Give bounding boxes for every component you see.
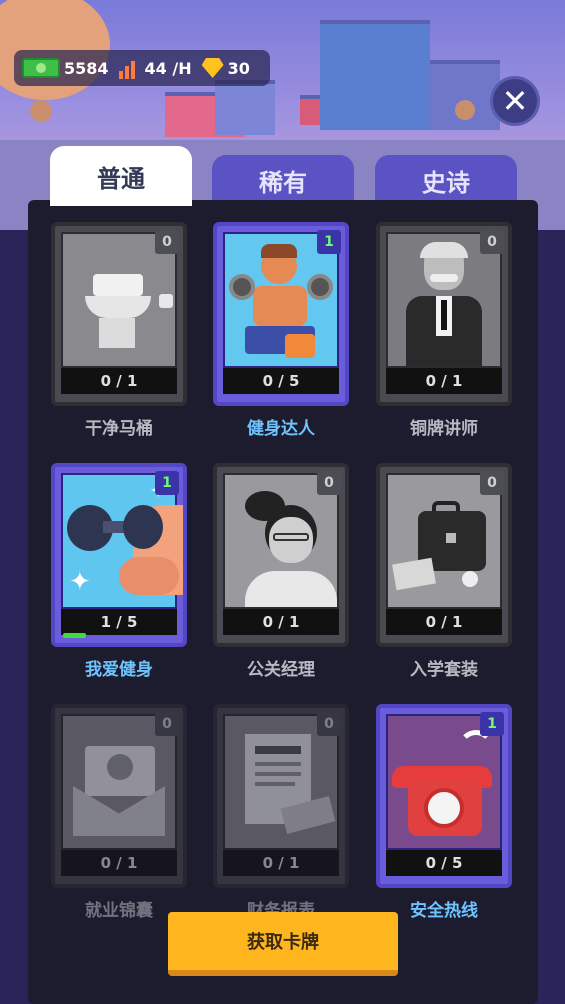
card-count-badge: 0 <box>155 230 179 254</box>
card-progress-text: 0 / 5 <box>386 850 502 876</box>
card-count-badge: 0 <box>317 712 341 736</box>
card-count-badge: 1 <box>317 230 341 254</box>
card-name: 入学套装 <box>410 660 478 680</box>
card-count-badge: 0 <box>317 471 341 495</box>
get-cards-button[interactable]: 获取卡牌 <box>168 912 398 976</box>
card-progress-text: 0 / 1 <box>386 609 502 635</box>
close-button[interactable]: ✕ <box>490 76 540 126</box>
card-name: 铜牌讲师 <box>410 419 478 439</box>
cash-icon <box>22 58 60 78</box>
card-name: 公关经理 <box>247 660 315 680</box>
card-frame: 0 0 / 1 <box>51 704 187 888</box>
card-progress-text: 0 / 1 <box>61 850 177 876</box>
card-count-badge: 0 <box>480 230 504 254</box>
tab-label: 史诗 <box>422 168 470 197</box>
tab-label: 稀有 <box>259 168 307 197</box>
card-item[interactable]: ✦ ✦11 / 5我爱健身 <box>51 463 187 680</box>
building <box>320 20 430 130</box>
card-progress-text: 0 / 1 <box>223 850 339 876</box>
card-progress-text: 0 / 1 <box>386 368 502 394</box>
income-rate-display: 44 /H <box>118 57 192 79</box>
card-progress-text: 0 / 5 <box>223 368 339 394</box>
card-frame: 0 0 / 1 <box>51 222 187 406</box>
card-frame: 1 0 / 5 <box>213 222 349 406</box>
card-progress-bar <box>63 633 86 638</box>
gems-display: 30 <box>201 58 250 78</box>
card-item[interactable]: 0 0 / 1 公关经理 <box>213 463 349 680</box>
card-item[interactable]: 0 0 / 1 入学套装 <box>376 463 512 680</box>
tab-rare[interactable]: 稀有 <box>212 155 354 205</box>
card-item[interactable]: 00 / 1 财务报表 <box>213 704 349 921</box>
card-progress-text: 0 / 1 <box>61 368 177 394</box>
card-progress-text: 0 / 1 <box>223 609 339 635</box>
card-frame: ✦ ✦11 / 5 <box>51 463 187 647</box>
card-frame: 0 0 / 1 <box>213 704 349 888</box>
resource-bar: 5584 44 /H 30 <box>14 50 270 86</box>
card-frame: 1 0 / 5 <box>376 704 512 888</box>
card-count-badge: 1 <box>155 471 179 495</box>
card-name: 干净马桶 <box>85 419 153 439</box>
card-name: 我爱健身 <box>85 660 153 680</box>
card-frame: 0 0 / 1 <box>376 463 512 647</box>
close-icon: ✕ <box>501 82 529 120</box>
tab-epic[interactable]: 史诗 <box>375 155 517 205</box>
diamond-icon <box>201 58 224 78</box>
card-frame: 0 0 / 1 <box>376 222 512 406</box>
card-count-badge: 0 <box>480 471 504 495</box>
cash-display: 5584 <box>22 58 109 78</box>
gems-value: 30 <box>227 58 250 78</box>
rate-chart-icon <box>118 57 141 79</box>
card-item[interactable]: 10 / 5 安全热线 <box>376 704 512 921</box>
card-name: 健身达人 <box>247 419 315 439</box>
card-item[interactable]: 0 0 / 1 干净马桶 <box>51 222 187 439</box>
card-frame: 0 0 / 1 <box>213 463 349 647</box>
tab-common[interactable]: 普通 <box>50 146 192 206</box>
rate-value: 44 /H <box>144 58 192 78</box>
card-count-badge: 1 <box>480 712 504 736</box>
cash-value: 5584 <box>64 58 109 78</box>
card-item[interactable]: 0 0 / 1 就业锦囊 <box>51 704 187 921</box>
building <box>215 80 275 135</box>
card-item[interactable]: 1 0 / 5 健身达人 <box>213 222 349 439</box>
card-count-badge: 0 <box>155 712 179 736</box>
card-name: 就业锦囊 <box>85 901 153 921</box>
card-progress-text: 1 / 5 <box>61 609 177 635</box>
tree <box>30 100 52 122</box>
tab-label: 普通 <box>97 164 145 193</box>
card-item[interactable]: 0 0 / 1 铜牌讲师 <box>376 222 512 439</box>
tree <box>455 100 475 120</box>
